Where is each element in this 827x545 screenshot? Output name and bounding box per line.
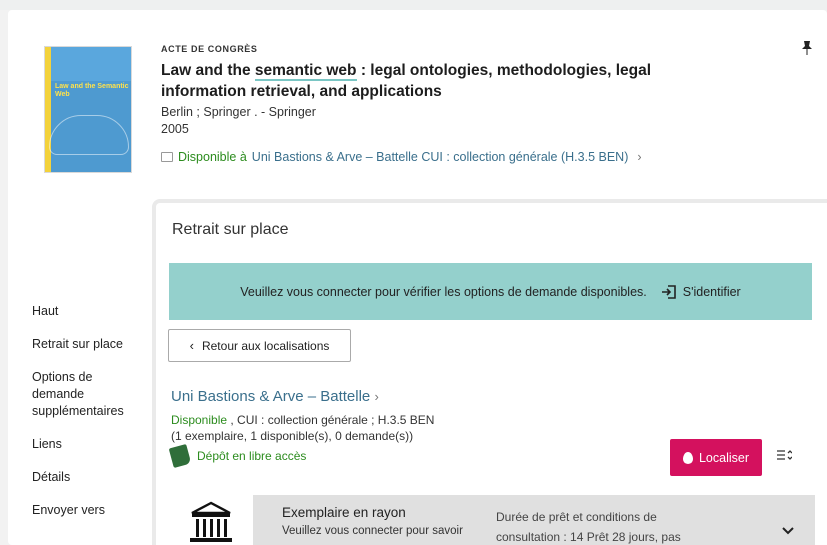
depot-status: Dépôt en libre accès bbox=[168, 444, 307, 468]
cover-title: Law and the Semantic Web bbox=[55, 83, 129, 98]
nav-item-retrait[interactable]: Retrait sur place bbox=[32, 336, 132, 353]
chevron-right-icon: › bbox=[637, 150, 642, 164]
location-pin-icon bbox=[682, 451, 693, 464]
highlighted-term: semantic web bbox=[254, 62, 357, 81]
sort-icon[interactable] bbox=[776, 447, 793, 467]
nav-item-haut[interactable]: Haut bbox=[32, 303, 132, 320]
depot-label: Dépôt en libre accès bbox=[197, 449, 307, 463]
pin-icon[interactable] bbox=[801, 40, 813, 59]
login-icon bbox=[661, 284, 676, 299]
nav-item-details[interactable]: Détails bbox=[32, 469, 132, 486]
login-button[interactable]: S'identifier bbox=[661, 284, 741, 300]
item-row[interactable]: Exemplaire en rayon Veuillez vous connec… bbox=[253, 495, 815, 545]
item-title: Exemplaire en rayon bbox=[282, 505, 406, 520]
availability-status: Disponible à bbox=[178, 150, 247, 164]
year: 2005 bbox=[161, 122, 189, 136]
availability-location: Uni Bastions & Arve – Battelle CUI : col… bbox=[251, 150, 629, 164]
localiser-label: Localiser bbox=[698, 450, 750, 465]
chevron-down-icon[interactable] bbox=[781, 523, 795, 539]
publisher: Berlin ; Springer . - Springer bbox=[161, 105, 316, 119]
doc-type: ACTE DE CONGRÈS bbox=[161, 44, 258, 54]
chevron-left-icon: ‹ bbox=[189, 338, 194, 353]
location-name-link[interactable]: Uni Bastions & Arve – Battelle › bbox=[171, 388, 379, 405]
library-icon bbox=[188, 501, 234, 545]
nav-item-liens[interactable]: Liens bbox=[32, 436, 132, 453]
login-label: S'identifier bbox=[682, 284, 741, 299]
chevron-right-icon: › bbox=[374, 389, 379, 404]
item-subtitle: Veuillez vous connecter pour savoir bbox=[282, 525, 463, 537]
availability-link[interactable]: Disponible à Uni Bastions & Arve – Batte… bbox=[161, 150, 642, 164]
nav-item-envoyer[interactable]: Envoyer vers bbox=[32, 502, 132, 519]
location-status: Disponible bbox=[171, 413, 228, 427]
location-details: Disponible , CUI : collection générale ;… bbox=[171, 412, 434, 444]
pickup-panel: Retrait sur place Veuillez vous connecte… bbox=[152, 199, 827, 545]
record-title[interactable]: Law and the semantic web : legal ontolog… bbox=[161, 60, 721, 102]
section-nav: Haut Retrait sur place Options de demand… bbox=[32, 303, 132, 535]
nav-item-options[interactable]: Options de demande supplémentaires bbox=[32, 369, 132, 420]
localiser-button[interactable]: Localiser bbox=[670, 439, 762, 476]
location-detail: , CUI : collection générale ; H.3.5 BEN bbox=[227, 413, 435, 427]
panel-title: Retrait sur place bbox=[172, 221, 289, 238]
banner-text: Veuillez vous connecter pour vérifier le… bbox=[240, 284, 647, 299]
item-terms: Durée de prêt et conditions de consultat… bbox=[496, 510, 681, 544]
location-counts: (1 exemplaire, 1 disponible(s), 0 demand… bbox=[171, 429, 414, 443]
login-banner: Veuillez vous connecter pour vérifier le… bbox=[169, 263, 812, 320]
book-icon bbox=[161, 152, 173, 162]
back-to-locations-button[interactable]: ‹ Retour aux localisations bbox=[168, 329, 351, 362]
top-shade bbox=[0, 0, 827, 10]
back-label: Retour aux localisations bbox=[201, 338, 330, 353]
book-cover[interactable]: Law and the Semantic Web bbox=[44, 46, 132, 173]
publication-info: Berlin ; Springer . - Springer 2005 bbox=[161, 104, 316, 138]
depot-icon bbox=[168, 444, 192, 468]
